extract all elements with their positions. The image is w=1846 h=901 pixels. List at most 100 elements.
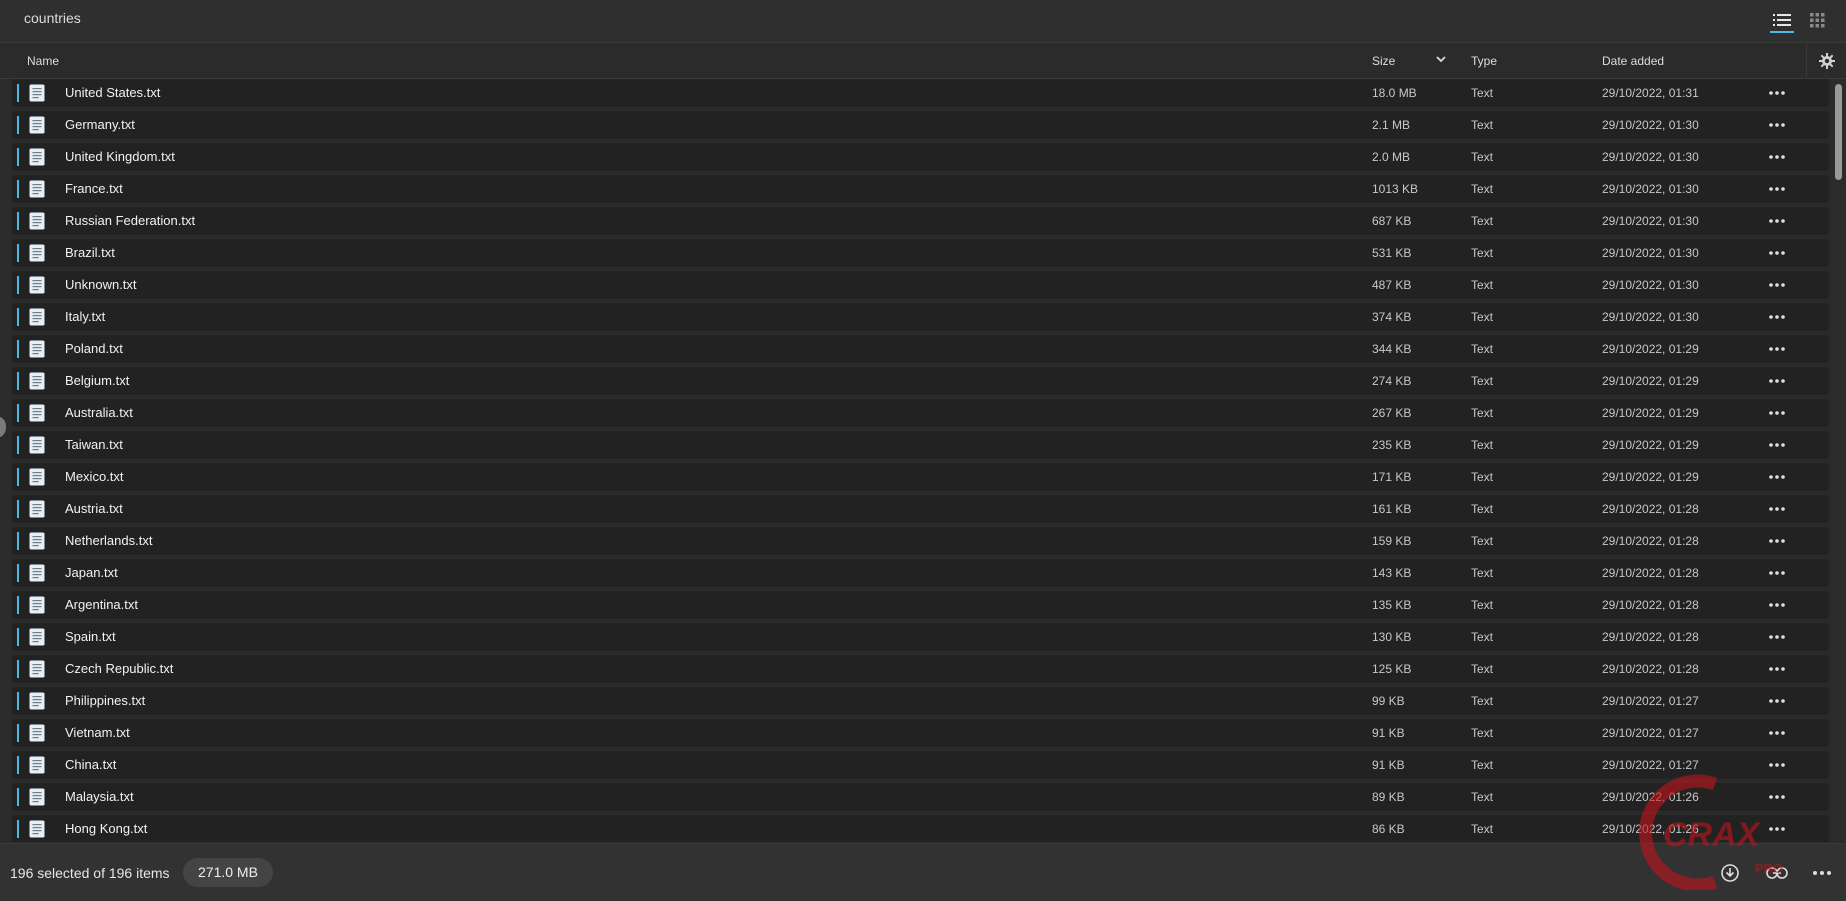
file-name[interactable]: Mexico.txt [65, 469, 124, 484]
file-name[interactable]: Japan.txt [65, 565, 118, 580]
file-name[interactable]: United States.txt [65, 85, 160, 100]
file-name[interactable]: Australia.txt [65, 405, 133, 420]
file-name[interactable]: Spain.txt [65, 629, 116, 644]
file-row[interactable]: Russian Federation.txt 687 KB Text 29/10/20… [12, 207, 1829, 235]
file-row[interactable]: Mexico.txt 171 KB Text 29/10/2022, 01:29 [12, 463, 1829, 491]
file-row[interactable]: France.txt 1013 KB Text 29/10/2022, 01:30 [12, 175, 1829, 203]
row-more-button[interactable] [1766, 723, 1788, 743]
row-more-button[interactable] [1766, 307, 1788, 327]
file-row[interactable]: Spain.txt 130 KB Text 29/10/2022, 01:28 [12, 623, 1829, 651]
row-more-button[interactable] [1766, 179, 1788, 199]
file-row[interactable]: China.txt 91 KB Text 29/10/2022, 01:27 [12, 751, 1829, 779]
file-name[interactable]: Brazil.txt [65, 245, 115, 260]
file-name[interactable]: Taiwan.txt [65, 437, 123, 452]
file-type: Text [1471, 630, 1494, 644]
file-row[interactable]: Argentina.txt 135 KB Text 29/10/2022, 01:28 [12, 591, 1829, 619]
row-more-button[interactable] [1766, 659, 1788, 679]
file-row[interactable]: Germany.txt 2.1 MB Text 29/10/2022, 01:30 [12, 111, 1829, 139]
row-more-button[interactable] [1766, 787, 1788, 807]
file-row[interactable]: Unknown.txt 487 KB Text 29/10/2022, 01:30 [12, 271, 1829, 299]
file-row[interactable]: Malaysia.txt 89 KB Text 29/10/2022, 01:26 [12, 783, 1829, 811]
file-row[interactable]: Poland.txt 344 KB Text 29/10/2022, 01:29 [12, 335, 1829, 363]
row-more-button[interactable] [1766, 755, 1788, 775]
row-more-button[interactable] [1766, 211, 1788, 231]
share-link-button[interactable] [1765, 862, 1789, 884]
text-file-icon [29, 788, 45, 806]
file-row[interactable]: Hong Kong.txt 86 KB Text 29/10/2022, 01:26 [12, 815, 1829, 842]
download-button[interactable] [1718, 862, 1742, 884]
file-row[interactable]: Netherlands.txt 159 KB Text 29/10/2022, 01:… [12, 527, 1829, 555]
file-date-added: 29/10/2022, 01:29 [1602, 374, 1699, 388]
list-view-button[interactable] [1770, 9, 1794, 33]
file-name[interactable]: Italy.txt [65, 309, 105, 324]
column-type-header[interactable]: Type [1471, 54, 1497, 68]
grid-view-button[interactable] [1805, 9, 1829, 31]
column-name-header[interactable]: Name [27, 54, 59, 68]
row-more-button[interactable] [1766, 627, 1788, 647]
column-settings-button[interactable] [1806, 43, 1846, 78]
file-name[interactable]: United Kingdom.txt [65, 149, 175, 164]
footer-more-button[interactable] [1810, 862, 1834, 884]
row-more-button[interactable] [1766, 595, 1788, 615]
row-more-button[interactable] [1766, 115, 1788, 135]
file-row[interactable]: Australia.txt 267 KB Text 29/10/2022, 01:29 [12, 399, 1829, 427]
file-name[interactable]: Czech Republic.txt [65, 661, 173, 676]
file-name[interactable]: France.txt [65, 181, 123, 196]
file-name[interactable]: Philippines.txt [65, 693, 145, 708]
file-name[interactable]: Austria.txt [65, 501, 123, 516]
file-name[interactable]: Hong Kong.txt [65, 821, 147, 836]
text-file-icon [29, 148, 45, 166]
file-date-added: 29/10/2022, 01:28 [1602, 566, 1699, 580]
row-more-button[interactable] [1766, 563, 1788, 583]
file-row[interactable]: Belgium.txt 274 KB Text 29/10/2022, 01:29 [12, 367, 1829, 395]
file-date-added: 29/10/2022, 01:26 [1602, 790, 1699, 804]
file-name[interactable]: Malaysia.txt [65, 789, 134, 804]
row-more-button[interactable] [1766, 691, 1788, 711]
row-more-button[interactable] [1766, 499, 1788, 519]
file-row[interactable]: Italy.txt 374 KB Text 29/10/2022, 01:30 [12, 303, 1829, 331]
file-row[interactable]: Czech Republic.txt 125 KB Text 29/10/2022, … [12, 655, 1829, 683]
row-more-button[interactable] [1766, 147, 1788, 167]
scrollbar[interactable] [1835, 84, 1842, 842]
file-row[interactable]: Japan.txt 143 KB Text 29/10/2022, 01:28 [12, 559, 1829, 587]
file-name[interactable]: Belgium.txt [65, 373, 129, 388]
gear-icon [1819, 52, 1835, 69]
file-name[interactable]: Argentina.txt [65, 597, 138, 612]
file-name[interactable]: China.txt [65, 757, 116, 772]
file-name[interactable]: Unknown.txt [65, 277, 137, 292]
file-name[interactable]: Poland.txt [65, 341, 123, 356]
selection-indicator [17, 276, 19, 294]
row-more-button[interactable] [1766, 339, 1788, 359]
row-more-button[interactable] [1766, 83, 1788, 103]
row-more-button[interactable] [1766, 243, 1788, 263]
file-type: Text [1471, 598, 1494, 612]
file-name[interactable]: Germany.txt [65, 117, 135, 132]
row-more-button[interactable] [1766, 371, 1788, 391]
file-list[interactable]: United States.txt 18.0 MB Text 29/10/2022, … [0, 79, 1846, 842]
link-icon [1766, 867, 1788, 879]
file-name[interactable]: Russian Federation.txt [65, 213, 195, 228]
file-name[interactable]: Vietnam.txt [65, 725, 130, 740]
row-more-button[interactable] [1766, 275, 1788, 295]
row-more-button[interactable] [1766, 435, 1788, 455]
file-row[interactable]: United States.txt 18.0 MB Text 29/10/2022, … [12, 79, 1829, 107]
file-row[interactable]: United Kingdom.txt 2.0 MB Text 29/10/2022, … [12, 143, 1829, 171]
row-more-button[interactable] [1766, 531, 1788, 551]
row-more-button[interactable] [1766, 467, 1788, 487]
row-more-button[interactable] [1766, 403, 1788, 423]
selection-indicator [17, 340, 19, 358]
file-row[interactable]: Taiwan.txt 235 KB Text 29/10/2022, 01:29 [12, 431, 1829, 459]
scrollbar-thumb[interactable] [1835, 84, 1842, 180]
file-row[interactable]: Brazil.txt 531 KB Text 29/10/2022, 01:30 [12, 239, 1829, 267]
selection-indicator [17, 212, 19, 230]
chevron-down-icon[interactable] [1436, 55, 1446, 63]
file-row[interactable]: Philippines.txt 99 KB Text 29/10/2022, 01:2… [12, 687, 1829, 715]
row-more-button[interactable] [1766, 819, 1788, 839]
column-size-header[interactable]: Size [1372, 54, 1395, 68]
file-row[interactable]: Vietnam.txt 91 KB Text 29/10/2022, 01:27 [12, 719, 1829, 747]
file-name[interactable]: Netherlands.txt [65, 533, 152, 548]
file-row[interactable]: Austria.txt 161 KB Text 29/10/2022, 01:28 [12, 495, 1829, 523]
column-date-header[interactable]: Date added [1602, 54, 1664, 68]
file-size: 687 KB [1372, 214, 1412, 228]
list-view-icon [1773, 14, 1791, 26]
